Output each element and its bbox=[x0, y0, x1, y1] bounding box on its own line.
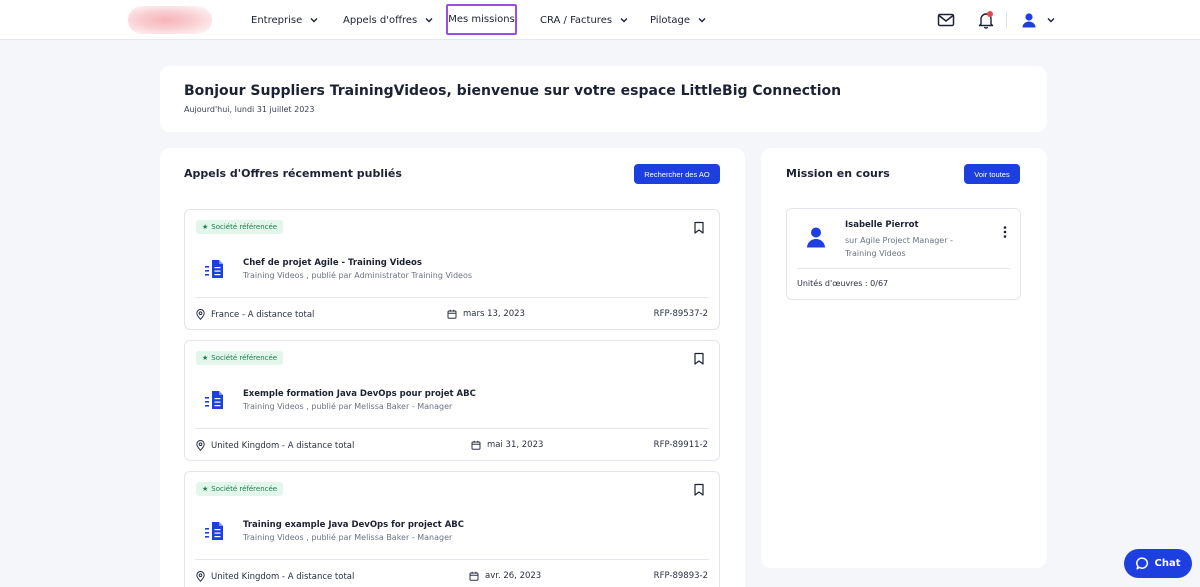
ao-card[interactable]: ★ Société référencée Training example Ja… bbox=[184, 471, 720, 587]
mission-units: Unités d'œuvres : 0/67 bbox=[797, 279, 889, 288]
notification-dot bbox=[987, 11, 993, 17]
ao-subtitle: Training Videos , publié par Melissa Bak… bbox=[243, 533, 453, 542]
chevron-down-icon bbox=[620, 18, 628, 23]
star-icon: ★ bbox=[202, 223, 209, 231]
user-icon bbox=[807, 227, 825, 248]
mission-separator bbox=[797, 268, 1010, 269]
user-icon bbox=[1022, 13, 1036, 28]
bell-icon bbox=[978, 13, 994, 29]
nav-appels-offres[interactable]: Appels d'offres bbox=[343, 0, 434, 40]
document-icon bbox=[205, 522, 223, 540]
ao-title[interactable]: Training example Java DevOps for project… bbox=[243, 520, 464, 530]
bookmark-icon[interactable] bbox=[693, 221, 705, 234]
ao-date-label: mars 13, 2023 bbox=[463, 309, 525, 319]
ao-location-label: United Kingdom - A distance total bbox=[211, 571, 355, 582]
panel-title: Appels d'Offres récemment publiés bbox=[184, 167, 402, 180]
document-icon bbox=[205, 260, 223, 278]
navbar-divider bbox=[1006, 11, 1007, 29]
nav-mes-missions[interactable]: Mes missions bbox=[446, 4, 517, 35]
ao-location: France - A distance total bbox=[196, 309, 314, 320]
ao-date: mars 13, 2023 bbox=[447, 309, 525, 319]
referenced-badge: ★ Société référencée bbox=[196, 351, 284, 365]
referenced-badge: ★ Société référencée bbox=[196, 482, 284, 496]
company-logo[interactable] bbox=[128, 6, 212, 34]
location-pin-icon bbox=[196, 440, 205, 451]
nav-entreprise[interactable]: Entreprise bbox=[251, 0, 319, 40]
ao-card[interactable]: ★ Société référencée Exemple formation J… bbox=[184, 340, 720, 461]
chat-bubble-icon bbox=[1135, 557, 1148, 570]
ao-date: avr. 26, 2023 bbox=[469, 571, 541, 581]
star-icon: ★ bbox=[202, 354, 209, 362]
nav-pilotage-label: Pilotage bbox=[650, 14, 691, 26]
mission-role: sur Agile Project Manager - Training Vid… bbox=[845, 236, 953, 258]
ao-location-label: United Kingdom - A distance total bbox=[211, 440, 355, 451]
ao-date-label: avr. 26, 2023 bbox=[485, 571, 542, 581]
badge-label: Société référencée bbox=[211, 354, 278, 362]
ao-title[interactable]: Chef de projet Agile - Training Videos bbox=[243, 258, 422, 268]
welcome-card: Bonjour Suppliers TrainingVideos, bienve… bbox=[160, 66, 1047, 132]
badge-label: Société référencée bbox=[211, 485, 278, 493]
ao-reference: RFP-89893-2 bbox=[653, 571, 708, 581]
nav-entreprise-label: Entreprise bbox=[251, 14, 303, 26]
chevron-down-icon bbox=[425, 18, 433, 23]
bookmark-icon[interactable] bbox=[693, 483, 705, 496]
calendar-icon bbox=[471, 440, 481, 450]
user-menu[interactable] bbox=[1022, 10, 1056, 30]
chevron-down-icon bbox=[698, 18, 706, 23]
recent-ao-panel: Appels d'Offres récemment publiés Recher… bbox=[160, 148, 745, 587]
calendar-icon bbox=[447, 309, 457, 319]
mission-consultant-name[interactable]: Isabelle Pierrot bbox=[845, 220, 919, 230]
search-ao-button[interactable]: Rechercher des AO bbox=[634, 164, 720, 184]
chevron-down-icon bbox=[1047, 18, 1055, 23]
ao-reference: RFP-89537-2 bbox=[653, 309, 708, 319]
nav-pilotage[interactable]: Pilotage bbox=[650, 0, 707, 40]
nav-mes-missions-label: Mes missions bbox=[448, 14, 515, 25]
chat-label: Chat bbox=[1154, 558, 1181, 569]
ao-separator bbox=[195, 297, 709, 298]
ao-date: mai 31, 2023 bbox=[471, 440, 543, 450]
ao-title[interactable]: Exemple formation Java DevOps pour proje… bbox=[243, 389, 476, 399]
document-icon bbox=[205, 391, 223, 409]
current-mission-panel: Mission en cours Voir toutes Isabelle Pi… bbox=[761, 148, 1047, 568]
nav-cra-factures[interactable]: CRA / Factures bbox=[540, 0, 629, 40]
nav-cra-factures-label: CRA / Factures bbox=[540, 14, 613, 26]
referenced-badge: ★ Société référencée bbox=[196, 220, 284, 234]
notifications-button[interactable] bbox=[976, 10, 996, 30]
panel-title: Mission en cours bbox=[786, 167, 890, 180]
location-pin-icon bbox=[196, 309, 205, 320]
chevron-down-icon bbox=[310, 18, 318, 23]
bookmark-icon[interactable] bbox=[693, 352, 705, 365]
chat-button[interactable]: Chat bbox=[1124, 549, 1192, 578]
ao-separator bbox=[195, 559, 709, 560]
ao-location: United Kingdom - A distance total bbox=[196, 571, 354, 582]
location-pin-icon bbox=[196, 571, 205, 582]
welcome-date: Aujourd'hui, lundi 31 juillet 2023 bbox=[184, 105, 315, 114]
see-all-missions-button[interactable]: Voir toutes bbox=[964, 164, 1020, 184]
top-navbar: Entreprise Appels d'offres Mes missions … bbox=[0, 0, 1200, 40]
ao-card[interactable]: ★ Société référencée Chef de projet Agil… bbox=[184, 209, 720, 330]
ao-subtitle: Training Videos , publié par Melissa Bak… bbox=[243, 402, 453, 411]
ao-date-label: mai 31, 2023 bbox=[487, 440, 544, 450]
welcome-title: Bonjour Suppliers TrainingVideos, bienve… bbox=[184, 83, 842, 99]
ao-separator bbox=[195, 428, 709, 429]
calendar-icon bbox=[469, 571, 479, 581]
ao-location: United Kingdom - A distance total bbox=[196, 440, 354, 451]
ao-reference: RFP-89911-2 bbox=[653, 440, 708, 450]
mail-icon[interactable] bbox=[936, 10, 956, 30]
star-icon: ★ bbox=[202, 485, 209, 493]
mission-card[interactable]: Isabelle Pierrot sur Agile Project Manag… bbox=[786, 208, 1021, 300]
more-options-icon[interactable] bbox=[1002, 225, 1008, 239]
ao-location-label: France - A distance total bbox=[211, 309, 315, 320]
nav-appels-offres-label: Appels d'offres bbox=[343, 14, 418, 26]
ao-subtitle: Training Videos , publié par Administrat… bbox=[243, 271, 473, 280]
badge-label: Société référencée bbox=[211, 223, 278, 231]
